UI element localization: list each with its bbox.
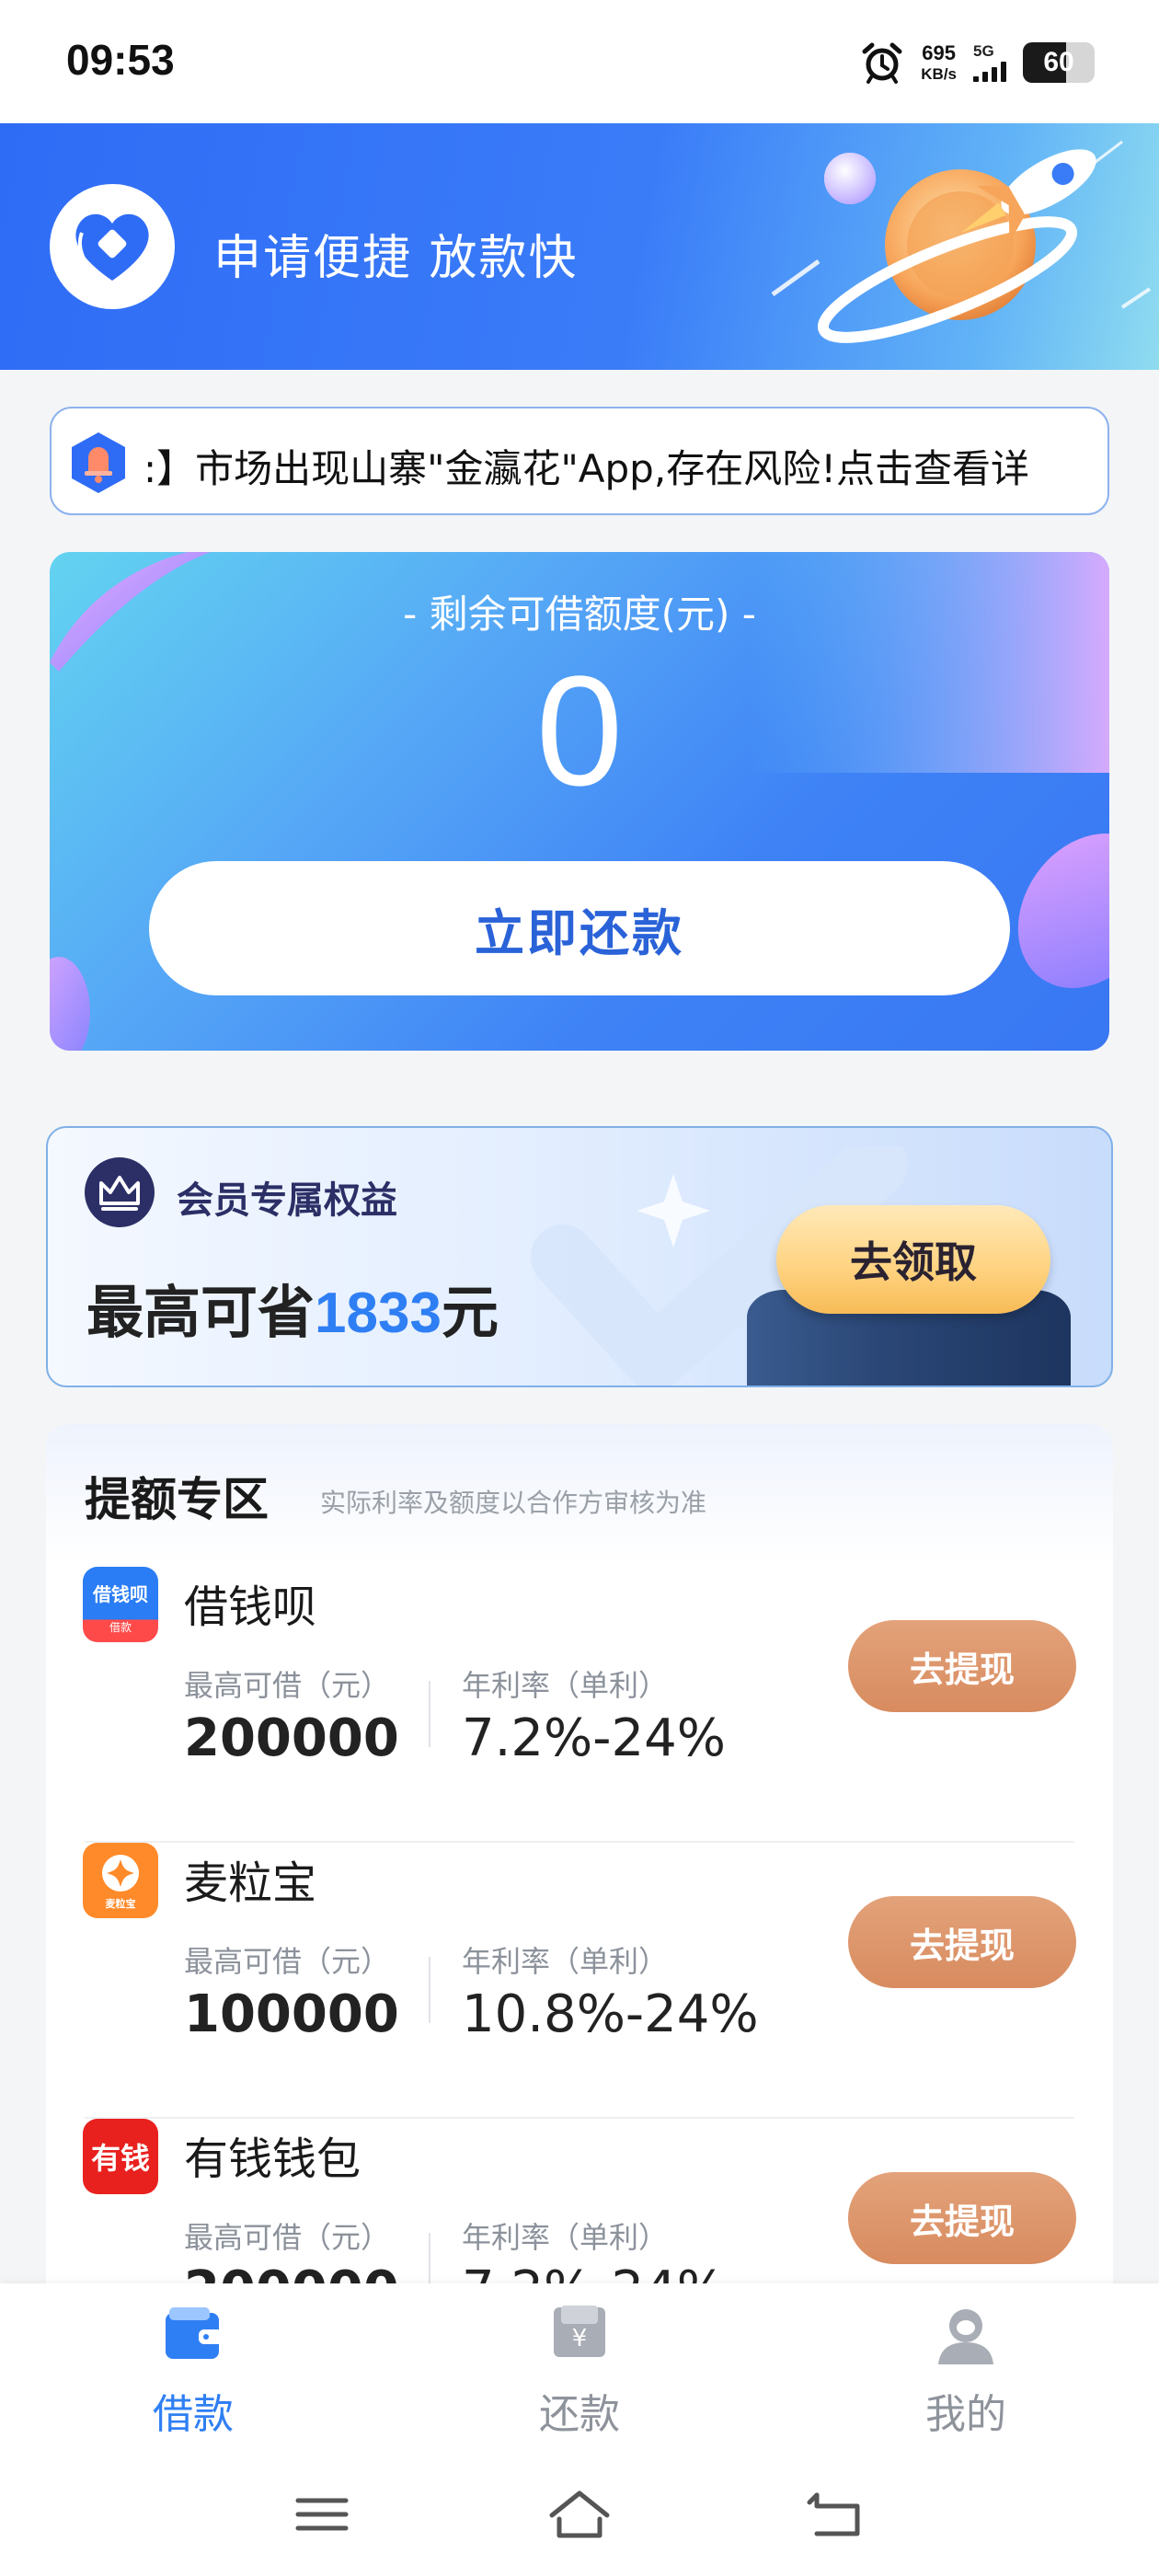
signal-bars-icon: [973, 62, 1006, 82]
max-amount-value: 200000: [184, 1708, 399, 1768]
battery-icon: 60: [1023, 42, 1095, 83]
mailibao-logo-icon: 麦粒宝: [83, 1843, 158, 1918]
credit-limit-label: - 剩余可借额度(元) -: [403, 592, 756, 637]
credit-boost-section: 提额专区 实际利率及额度以合作方审核为准 借钱呗 借款 借钱呗 最高可借（元） …: [46, 1424, 1113, 2320]
home-icon[interactable]: [543, 2482, 616, 2547]
loan-product-name: 麦粒宝: [184, 1857, 317, 1909]
network-speed: 695 KB/s: [921, 41, 957, 83]
network-speed-value: 695: [922, 41, 956, 64]
saving-suffix: 元: [441, 1279, 499, 1346]
network-type: 5G: [973, 42, 994, 60]
logo-text: 麦粒宝: [105, 1898, 136, 1910]
loan-product-name: 借钱呗: [184, 1581, 317, 1633]
jieqianbei-logo-icon: 借钱呗 借款: [83, 1567, 158, 1642]
tab-mine-label: 我的: [925, 2391, 1006, 2438]
interest-rate-value: 7.2%-24%: [462, 1708, 726, 1768]
interest-rate-label: 年利率（单利）: [462, 1668, 669, 1703]
interest-rate-label: 年利率（单利）: [462, 1944, 669, 1979]
status-icons: 695 KB/s 5G 60: [860, 37, 1095, 88]
header-banner: 申请便捷 放款快: [0, 123, 1159, 370]
withdraw-button[interactable]: 去提现: [848, 2172, 1076, 2264]
interest-rate-value: 10.8%-24%: [462, 1984, 759, 2044]
repay-now-button[interactable]: 立即还款: [149, 861, 1010, 995]
battery-level: 60: [1043, 47, 1074, 77]
max-amount-label: 最高可借（元）: [184, 1668, 391, 1703]
svg-text:¥: ¥: [572, 2325, 588, 2352]
max-amount-value: 100000: [184, 1984, 399, 2044]
system-navigation-bar: [0, 2455, 1159, 2576]
saving-prefix: 最高可省: [86, 1279, 316, 1346]
signal-indicator: 5G: [973, 43, 1006, 82]
withdraw-button[interactable]: 去提现: [848, 1896, 1076, 1988]
tab-repay-label: 还款: [539, 2391, 620, 2438]
logo-subtext: 借款: [109, 1621, 132, 1634]
menu-icon[interactable]: [285, 2482, 359, 2547]
network-speed-unit: KB/s: [921, 65, 957, 83]
logo-text: 有钱: [90, 2141, 150, 2176]
member-benefits-banner[interactable]: 会员专属权益 最高可省1833元 去领取: [46, 1126, 1113, 1387]
notice-bar[interactable]: :】市场出现山寨"金瀛花"App,存在风险!点击查看详: [50, 407, 1109, 515]
max-amount-label: 最高可借（元）: [184, 2220, 391, 2255]
credit-card: - 剩余可借额度(元) - 0 立即还款: [50, 552, 1109, 1051]
withdraw-button[interactable]: 去提现: [848, 1620, 1076, 1712]
credit-limit-amount: 0: [535, 644, 624, 819]
crown-badge-icon: [85, 1157, 155, 1227]
yuan-bill-icon: ¥: [554, 2306, 605, 2357]
interest-rate-label: 年利率（单利）: [462, 2220, 669, 2255]
heart-logo-icon: [75, 213, 149, 286]
divider: [429, 1681, 430, 1747]
header-slogan: 申请便捷 放款快: [213, 231, 579, 286]
mailibao-symbol-icon: [102, 1855, 139, 1892]
tab-repay[interactable]: ¥ 还款: [478, 2304, 681, 2442]
tab-borrow-label: 借款: [153, 2391, 234, 2438]
claim-benefit-button[interactable]: 去领取: [776, 1205, 1050, 1314]
tab-mine[interactable]: 我的: [865, 2304, 1067, 2442]
logo-text: 借钱呗: [93, 1583, 148, 1605]
divider: [429, 1957, 430, 2023]
notice-text: :】市场出现山寨"金瀛花"App,存在风险!点击查看详: [143, 446, 1030, 491]
announcement-bell-icon: [72, 432, 125, 493]
max-amount-label: 最高可借（元）: [184, 1944, 391, 1979]
tab-borrow[interactable]: 借款: [92, 2304, 294, 2442]
loan-product-item[interactable]: 麦粒宝 麦粒宝 最高可借（元） 100000 年利率（单利） 10.8%-24%…: [46, 1843, 1113, 2119]
alarm-icon: [862, 42, 902, 84]
app-logo: [50, 184, 175, 309]
profile-icon: [938, 2309, 993, 2364]
loan-product-item[interactable]: 借钱呗 借款 借钱呗 最高可借（元） 200000 年利率（单利） 7.2%-2…: [46, 1567, 1113, 1843]
bottom-tab-bar: 借款 ¥ 还款 我的: [0, 2283, 1159, 2455]
status-bar: 09:53 695 KB/s 5G 60: [0, 0, 1159, 123]
back-icon[interactable]: [800, 2482, 874, 2547]
loan-product-name: 有钱钱包: [184, 2133, 361, 2185]
section-subtitle: 实际利率及额度以合作方审核为准: [320, 1488, 707, 1518]
member-saving-text: 最高可省1833元: [86, 1266, 499, 1349]
saving-amount: 1833: [315, 1282, 442, 1345]
section-title: 提额专区: [85, 1473, 269, 1526]
member-benefits-title: 会员专属权益: [177, 1179, 397, 1222]
wallet-icon: [166, 2307, 223, 2359]
rocket-planet-illustration: [771, 140, 1152, 343]
youqian-logo-icon: 有钱: [83, 2119, 158, 2194]
status-time: 09:53: [66, 36, 175, 84]
